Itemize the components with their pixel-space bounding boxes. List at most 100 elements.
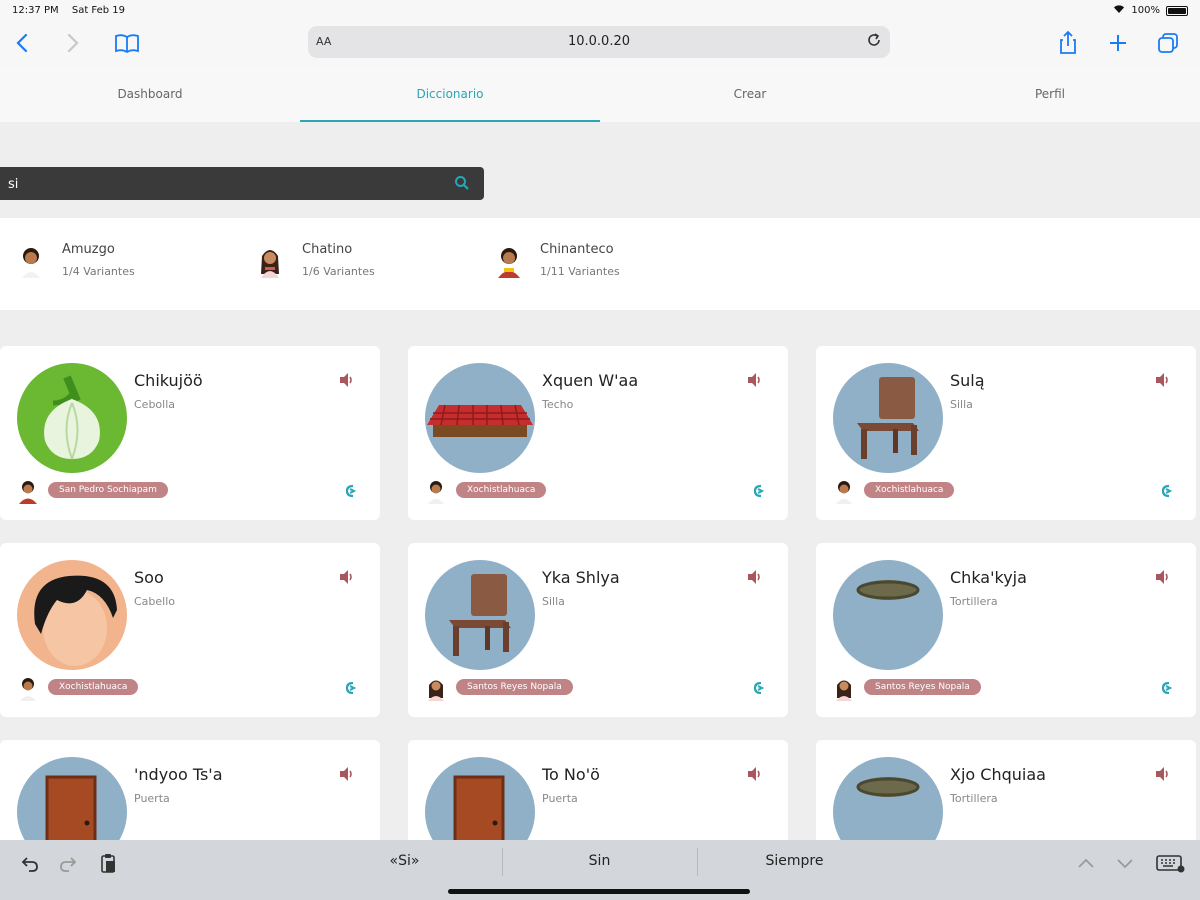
word-translation: Silla [542, 595, 565, 608]
address-bar[interactable]: AA 10.0.0.20 [308, 26, 890, 58]
previous-field-icon[interactable] [1074, 852, 1098, 874]
app-tabs: Dashboard Diccionario Crear Perfil [0, 66, 1200, 122]
suggestion-3[interactable]: Siempre [697, 853, 892, 869]
status-time: 12:37 PM [12, 5, 59, 16]
share-icon[interactable] [1053, 28, 1083, 58]
variant-badge[interactable]: Xochistlahuaca [456, 482, 547, 498]
variant-link-icon[interactable] [342, 680, 358, 696]
forward-icon[interactable] [57, 28, 87, 58]
speaker-icon[interactable] [338, 569, 356, 585]
new-tab-icon[interactable] [1103, 28, 1133, 58]
variant-avatar-icon [833, 676, 857, 702]
word-card[interactable]: Yka Shlya Silla Santos Reyes Nopala [408, 543, 788, 717]
word-translation: Tortillera [950, 792, 998, 805]
variant-badge[interactable]: Santos Reyes Nopala [456, 679, 573, 695]
language-variants: 1/11 Variantes [540, 265, 620, 278]
battery-icon [1166, 5, 1188, 16]
chatino-avatar-icon [258, 244, 290, 280]
url-text: 10.0.0.20 [567, 34, 631, 49]
variant-avatar-icon [833, 479, 857, 505]
word-image [425, 757, 535, 840]
word-image [425, 363, 535, 473]
browser-toolbar: AA 10.0.0.20 [0, 22, 1200, 66]
tab-crear[interactable]: Crear [600, 66, 900, 122]
word-card[interactable]: Soo Cabello Xochistlahuaca [0, 543, 380, 717]
word-title: To No'ö [542, 765, 600, 784]
word-card[interactable]: Xjo Chquiaa Tortillera [816, 740, 1196, 840]
chinanteco-avatar-icon [496, 244, 528, 280]
speaker-icon[interactable] [746, 569, 764, 585]
variant-avatar-icon [17, 676, 41, 702]
language-item-chinanteco[interactable]: Chinanteco 1/11 Variantes [496, 240, 716, 290]
variant-badge[interactable]: Santos Reyes Nopala [864, 679, 981, 695]
word-translation: Cabello [134, 595, 176, 608]
language-name: Amuzgo [62, 242, 115, 257]
variant-link-icon[interactable] [342, 483, 358, 499]
word-translation: Puerta [542, 792, 578, 805]
suggestion-2[interactable]: Sin [502, 853, 697, 869]
word-image [17, 560, 127, 670]
word-title: Yka Shlya [542, 568, 620, 587]
status-date: Sat Feb 19 [71, 5, 126, 16]
tab-perfil[interactable]: Perfil [900, 66, 1200, 122]
word-translation: Puerta [134, 792, 170, 805]
word-translation: Silla [950, 398, 973, 411]
speaker-icon[interactable] [338, 766, 356, 782]
word-title: Soo [134, 568, 164, 587]
word-image [833, 363, 943, 473]
language-filter-row: Amuzgo 1/4 Variantes Chatino 1/6 Variant… [0, 218, 1200, 310]
reload-icon[interactable] [866, 32, 882, 52]
speaker-icon[interactable] [746, 766, 764, 782]
word-card[interactable]: To No'ö Puerta [408, 740, 788, 840]
word-card[interactable]: Sulą Silla Xochistlahuaca [816, 346, 1196, 520]
variant-link-icon[interactable] [1158, 680, 1174, 696]
variant-badge[interactable]: Xochistlahuaca [864, 482, 955, 498]
language-name: Chatino [302, 242, 353, 257]
keyboard-suggestion-bar: «Si» Sin Siempre [0, 840, 1200, 900]
search-input[interactable] [8, 174, 438, 194]
paste-icon[interactable] [96, 852, 120, 874]
word-title: 'ndyoo Ts'a [134, 765, 223, 784]
word-translation: Tortillera [950, 595, 998, 608]
variant-link-icon[interactable] [750, 483, 766, 499]
language-item-chatino[interactable]: Chatino 1/6 Variantes [258, 240, 458, 290]
speaker-icon[interactable] [1154, 372, 1172, 388]
language-item-amuzgo[interactable]: Amuzgo 1/4 Variantes [18, 240, 218, 290]
variant-link-icon[interactable] [750, 680, 766, 696]
word-image [833, 757, 943, 840]
variant-badge[interactable]: Xochistlahuaca [48, 679, 139, 695]
undo-icon[interactable] [18, 852, 42, 874]
word-card[interactable]: 'ndyoo Ts'a Puerta [0, 740, 380, 840]
word-card-grid: Chikujöö Cebolla San Pedro Sochiapam Xquen … [0, 346, 1200, 840]
tab-diccionario[interactable]: Diccionario [300, 66, 600, 122]
speaker-icon[interactable] [338, 372, 356, 388]
home-indicator [448, 889, 750, 894]
variant-avatar-icon [17, 479, 41, 505]
suggestion-1[interactable]: «Si» [307, 853, 502, 869]
speaker-icon[interactable] [746, 372, 764, 388]
variant-link-icon[interactable] [1158, 483, 1174, 499]
word-image [17, 363, 127, 473]
back-icon[interactable] [8, 28, 38, 58]
word-title: Chka'kyja [950, 568, 1027, 587]
variant-badge[interactable]: San Pedro Sochiapam [48, 482, 168, 498]
speaker-icon[interactable] [1154, 766, 1172, 782]
bookmarks-icon[interactable] [112, 28, 142, 58]
word-translation: Cebolla [134, 398, 176, 411]
word-image [17, 757, 127, 840]
word-image [425, 560, 535, 670]
language-name: Chinanteco [540, 242, 614, 257]
tabs-overview-icon[interactable] [1153, 28, 1183, 58]
search-box [0, 167, 484, 200]
redo-icon[interactable] [56, 852, 80, 874]
word-card[interactable]: Chikujöö Cebolla San Pedro Sochiapam [0, 346, 380, 520]
word-card[interactable]: Chka'kyja Tortillera Santos Reyes Nopala [816, 543, 1196, 717]
word-card[interactable]: Xquen W'aa Techo Xochistlahuaca [408, 346, 788, 520]
speaker-icon[interactable] [1154, 569, 1172, 585]
keyboard-icon[interactable] [1155, 852, 1185, 874]
tab-dashboard[interactable]: Dashboard [0, 66, 300, 122]
wifi-icon [1113, 4, 1125, 17]
search-icon[interactable] [454, 175, 470, 191]
word-title: Sulą [950, 371, 985, 390]
next-field-icon[interactable] [1113, 852, 1137, 874]
